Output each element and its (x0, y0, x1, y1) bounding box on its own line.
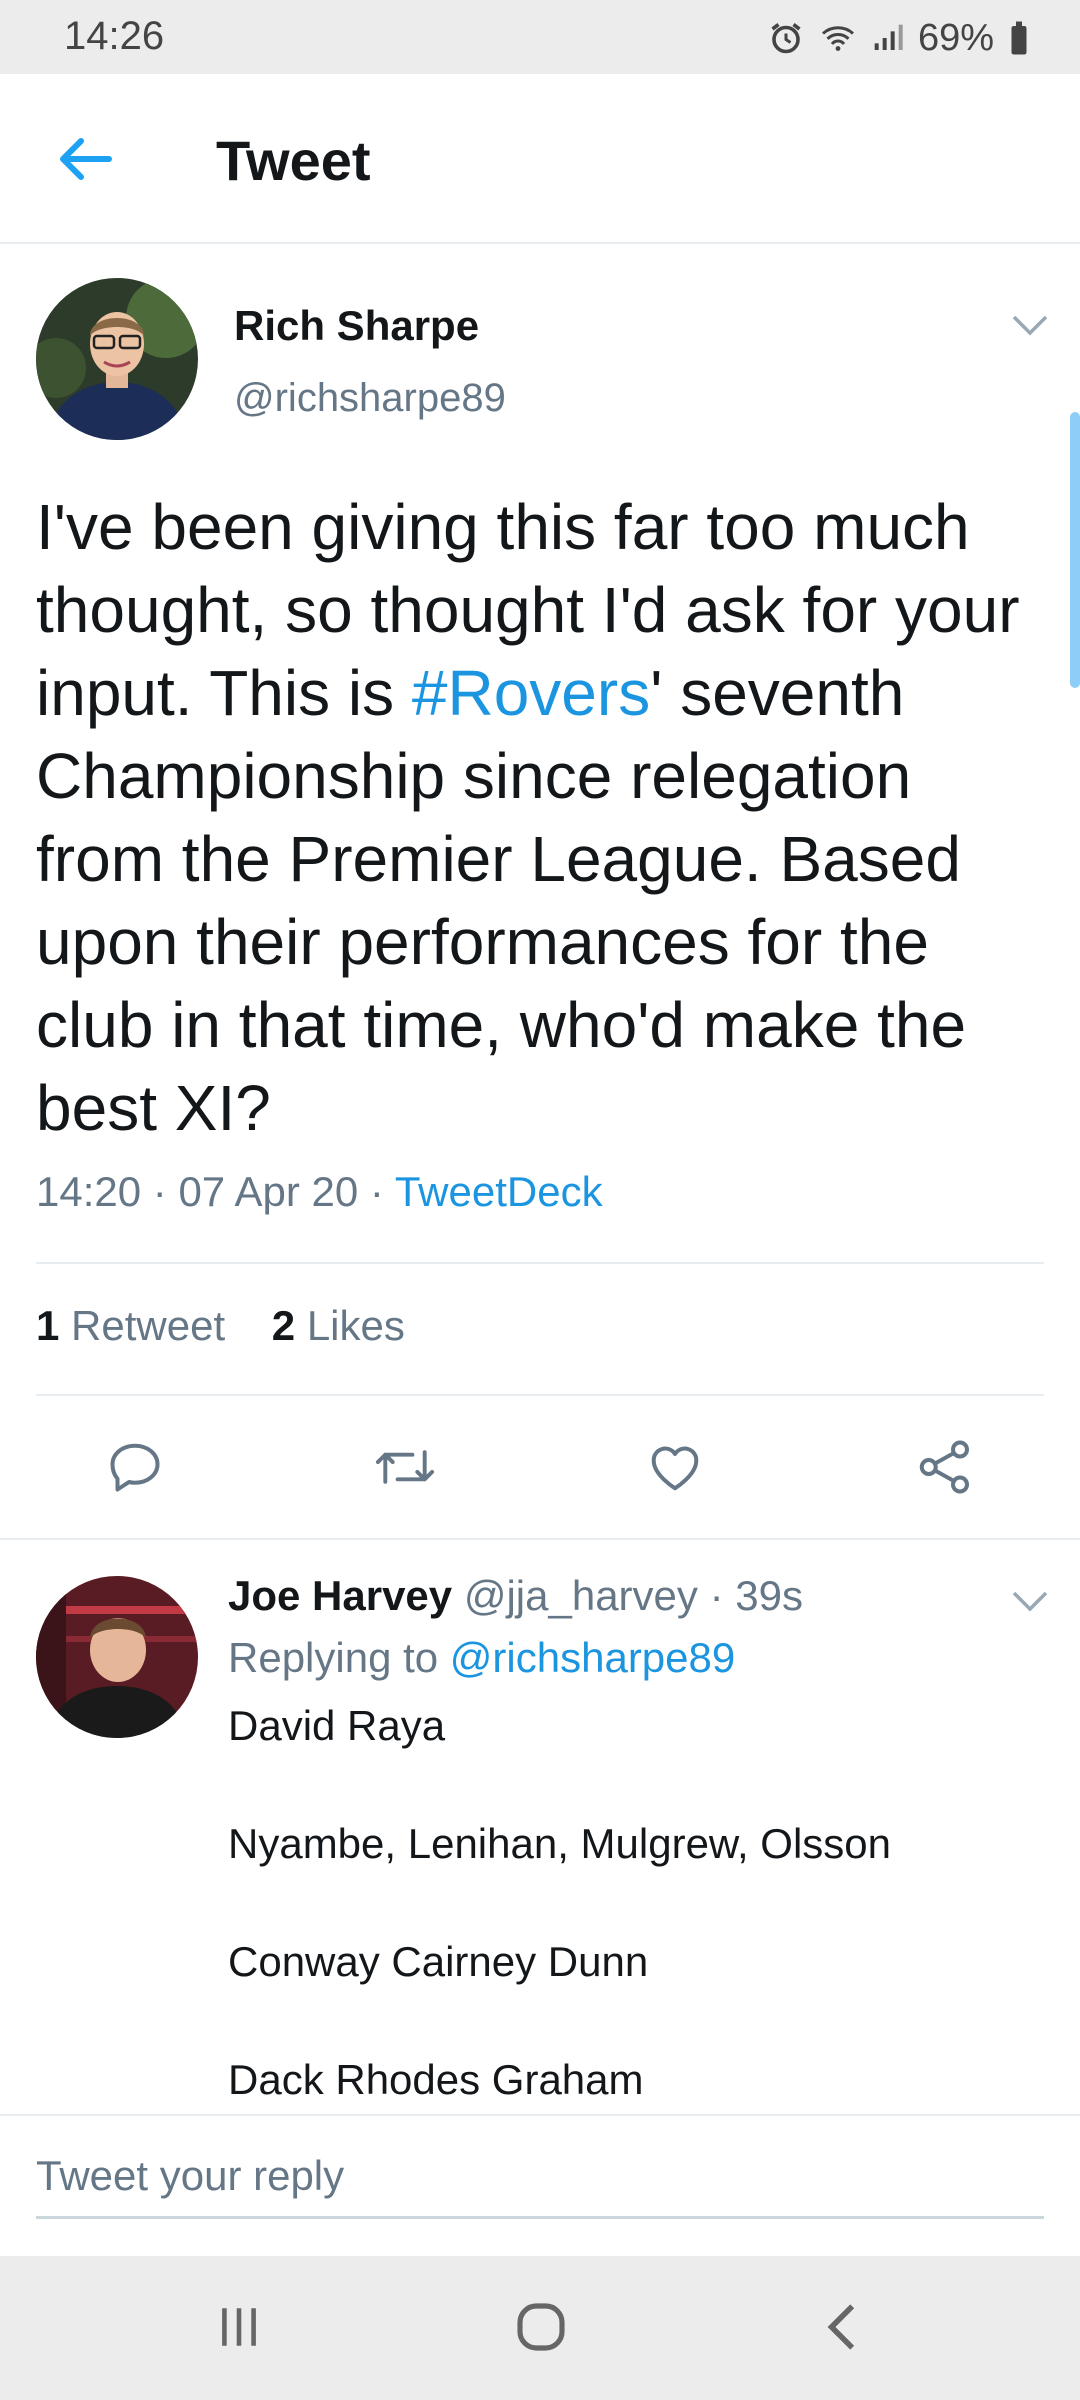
reply-text-line: Conway Cairney Dunn (228, 1938, 649, 1985)
retweets-stat[interactable]: 1 Retweet (36, 1302, 225, 1349)
status-time: 14:26 (64, 14, 165, 58)
recents-button[interactable] (194, 2292, 284, 2362)
replying-label: Replying to (228, 1634, 439, 1681)
tweet-actions (0, 1432, 1080, 1502)
wifi-icon (821, 26, 854, 51)
section-divider (0, 1538, 1080, 1540)
chevron-down-icon[interactable] (1010, 312, 1050, 338)
author-photo (36, 278, 198, 440)
reply-input[interactable] (36, 2136, 1044, 2219)
like-button[interactable] (635, 1432, 715, 1502)
likes-count: 2 (271, 1302, 296, 1349)
divider (36, 1262, 1044, 1264)
author-name[interactable]: Rich Sharpe (234, 302, 479, 350)
reply-text-line: David Raya (228, 1702, 446, 1749)
tweet-text-part: ' seventh Championship since relegation … (36, 657, 967, 1144)
reply-author-handle[interactable]: @jja_harvey (464, 1572, 698, 1619)
home-icon (517, 2303, 565, 2351)
reply-author-name[interactable]: Joe Harvey (228, 1572, 452, 1619)
tweet-source-link[interactable]: TweetDeck (395, 1168, 603, 1215)
reply-author-photo (36, 1576, 198, 1738)
reply-composer (0, 2114, 1080, 2258)
reply-header: Joe Harvey @jja_harvey · 39s (228, 1572, 803, 1619)
chevron-down-icon[interactable] (1010, 1588, 1050, 1614)
back-button[interactable] (40, 124, 130, 194)
recents-icon (222, 2308, 256, 2346)
home-button[interactable] (496, 2292, 586, 2362)
app-bar: Tweet (0, 74, 1080, 244)
retweet-icon (375, 1450, 435, 1484)
status-icons: 69% (768, 14, 1030, 62)
reply-text-line: Nyambe, Lenihan, Mulgrew, Olsson (228, 1820, 891, 1867)
reply-avatar[interactable] (36, 1576, 198, 1738)
nav-back-button[interactable] (798, 2292, 888, 2362)
hashtag-link[interactable]: #Rovers (412, 657, 650, 729)
system-nav-bar (0, 2256, 1080, 2400)
signal-icon (874, 24, 903, 50)
reply-button[interactable] (95, 1432, 175, 1502)
author-avatar[interactable] (36, 278, 198, 440)
tweet-meta: 14:20 · 07 Apr 20 · TweetDeck (36, 1168, 603, 1215)
likes-label: Likes (306, 1302, 405, 1349)
status-bar: 14:26 69% (0, 0, 1080, 74)
page-title: Tweet (216, 129, 371, 192)
tweet-time: 14:20 (36, 1168, 142, 1215)
scroll-indicator (1070, 412, 1080, 688)
reply-icon (110, 1443, 160, 1492)
tweet-date: 07 Apr 20 (178, 1168, 359, 1215)
back-arrow-icon (60, 138, 112, 180)
likes-stat[interactable]: 2 Likes (272, 1302, 405, 1349)
alarm-icon (771, 23, 801, 54)
retweets-count: 1 (36, 1302, 60, 1349)
like-icon (651, 1446, 699, 1491)
retweet-button[interactable] (365, 1432, 445, 1502)
battery-percent: 69% (917, 16, 994, 59)
share-icon (919, 1440, 969, 1494)
nav-back-icon (827, 2304, 855, 2350)
tweet-stats: 1 Retweet 2 Likes (36, 1302, 405, 1350)
replying-to: Replying to @richsharpe89 (228, 1634, 735, 1682)
share-button[interactable] (905, 1432, 985, 1502)
reply-text-line: Dack Rhodes Graham (228, 2056, 644, 2103)
tweet-text: I've been giving this far too much thoug… (36, 486, 1046, 1150)
reply-age: 39s (735, 1572, 803, 1619)
retweets-label: Retweet (71, 1302, 226, 1349)
author-handle[interactable]: @richsharpe89 (234, 376, 506, 421)
replying-handle-link[interactable]: @richsharpe89 (450, 1634, 735, 1681)
divider (36, 1394, 1044, 1396)
battery-icon (1011, 21, 1027, 55)
